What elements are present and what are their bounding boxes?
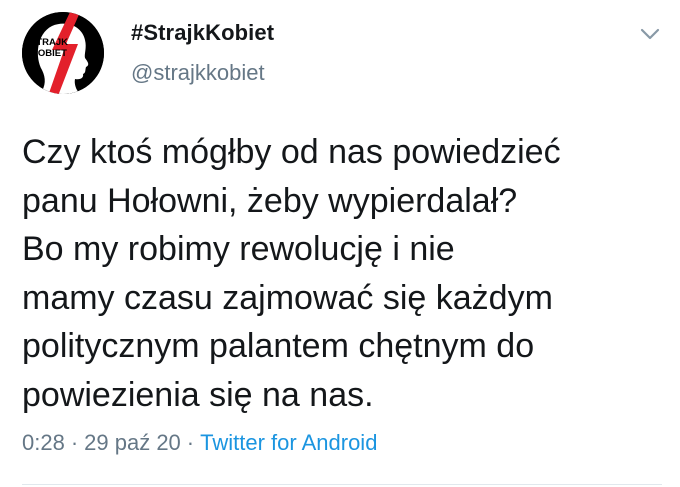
avatar[interactable]: STRAJK KOBIET [22,12,104,94]
tweet-source-link[interactable]: Twitter for Android [200,430,377,455]
divider [22,484,662,485]
strajk-kobiet-logo: STRAJK KOBIET [22,12,104,94]
avatar-text-strajk: STRAJK [30,37,68,48]
tweet-text-line: Bo my robimy rewolucję i nie [22,230,455,268]
author-handle[interactable]: @strajkkobiet [131,60,265,86]
tweet-text-line: panu Hołowni, żeby wypierdalał? [22,181,518,220]
tweet-card: STRAJK KOBIET #StrajkKobiet @strajkkobie… [0,0,680,487]
author-display-name[interactable]: #StrajkKobiet [131,20,274,46]
avatar-text-kobiet: KOBIET [31,48,67,59]
meta-separator: · [186,430,195,455]
tweet-date[interactable]: 29 paź 20 [84,430,181,455]
tweet-text-line: Czy ktoś mógłby od nas powiedzieć [22,133,561,171]
tweet-text-line: mamy czasu zajmować się każdym [22,278,553,317]
meta-separator: · [70,430,79,455]
tweet-text: Czy ktoś mógłby od nas powiedzieć panu H… [22,128,662,419]
tweet-time[interactable]: 0:28 [22,430,65,455]
tweet-text-line: powiezienia się na nas. [22,375,374,414]
tweet-metadata: 0:28 · 29 paź 20 · Twitter for Android [22,430,377,456]
tweet-text-line: politycznym palantem chętnym do [22,327,535,365]
chevron-down-icon[interactable] [638,24,662,44]
